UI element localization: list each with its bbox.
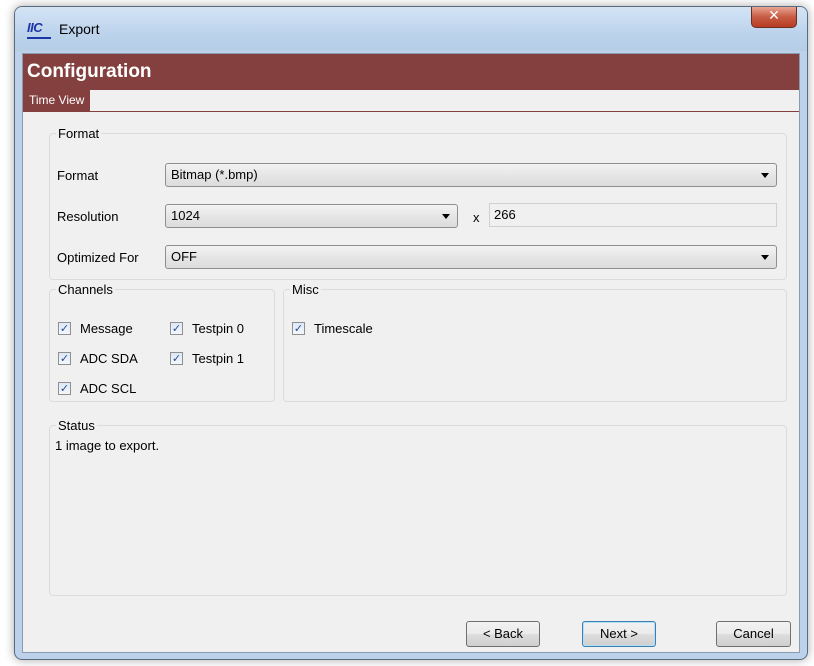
optimized-for-label: Optimized For [57, 250, 139, 265]
chevron-down-icon [761, 173, 769, 178]
checkmark-icon: ✓ [170, 352, 183, 365]
next-button[interactable]: Next > [582, 621, 656, 647]
app-logo-icon: IIC [27, 21, 51, 39]
back-button[interactable]: < Back [466, 621, 540, 647]
optimized-for-select[interactable]: OFF [165, 245, 777, 269]
cancel-button[interactable]: Cancel [716, 621, 791, 647]
checkmark-icon: ✓ [170, 322, 183, 335]
checkbox-label: ADC SCL [80, 381, 137, 396]
chevron-down-icon [761, 255, 769, 260]
checkmark-icon: ✓ [58, 382, 71, 395]
window-title: Export [59, 21, 100, 37]
checkmark-icon: ✓ [58, 352, 71, 365]
title-bar: IIC Export ✕ [15, 7, 807, 51]
resolution-height-field[interactable]: 266 [489, 203, 777, 227]
status-group: Status [49, 418, 787, 596]
status-message: 1 image to export. [55, 438, 160, 453]
format-label: Format [57, 168, 99, 183]
checkmark-icon: ✓ [292, 322, 305, 335]
page-title: Configuration [23, 54, 799, 90]
format-select-value: Bitmap (*.bmp) [171, 167, 258, 182]
dialog-content: Configuration Time View Format Format Bi… [22, 53, 800, 653]
resolution-separator: x [473, 210, 480, 225]
tab-time-view: Time View [23, 90, 91, 112]
checkbox-label: Testpin 1 [192, 351, 245, 366]
checkmark-icon: ✓ [58, 322, 71, 335]
export-dialog: IIC Export ✕ Configuration Time View For… [14, 6, 808, 660]
checkbox-label: Testpin 0 [192, 321, 245, 336]
optimized-for-select-value: OFF [171, 249, 197, 264]
misc-group-legend: Misc [292, 282, 319, 297]
checkbox-label: ADC SDA [80, 351, 138, 366]
checkbox-label: Timescale [314, 321, 373, 336]
format-group-legend: Format [58, 126, 100, 141]
checkbox-label: Message [80, 321, 133, 336]
resolution-select-value: 1024 [171, 208, 200, 223]
close-button[interactable]: ✕ [751, 7, 797, 28]
chevron-down-icon [442, 214, 450, 219]
format-select[interactable]: Bitmap (*.bmp) [165, 163, 777, 187]
status-group-legend: Status [58, 418, 95, 433]
header-divider [23, 111, 799, 112]
resolution-select[interactable]: 1024 [165, 204, 458, 228]
resolution-label: Resolution [57, 209, 119, 224]
misc-group: Misc [283, 282, 787, 402]
channels-group-legend: Channels [58, 282, 113, 297]
